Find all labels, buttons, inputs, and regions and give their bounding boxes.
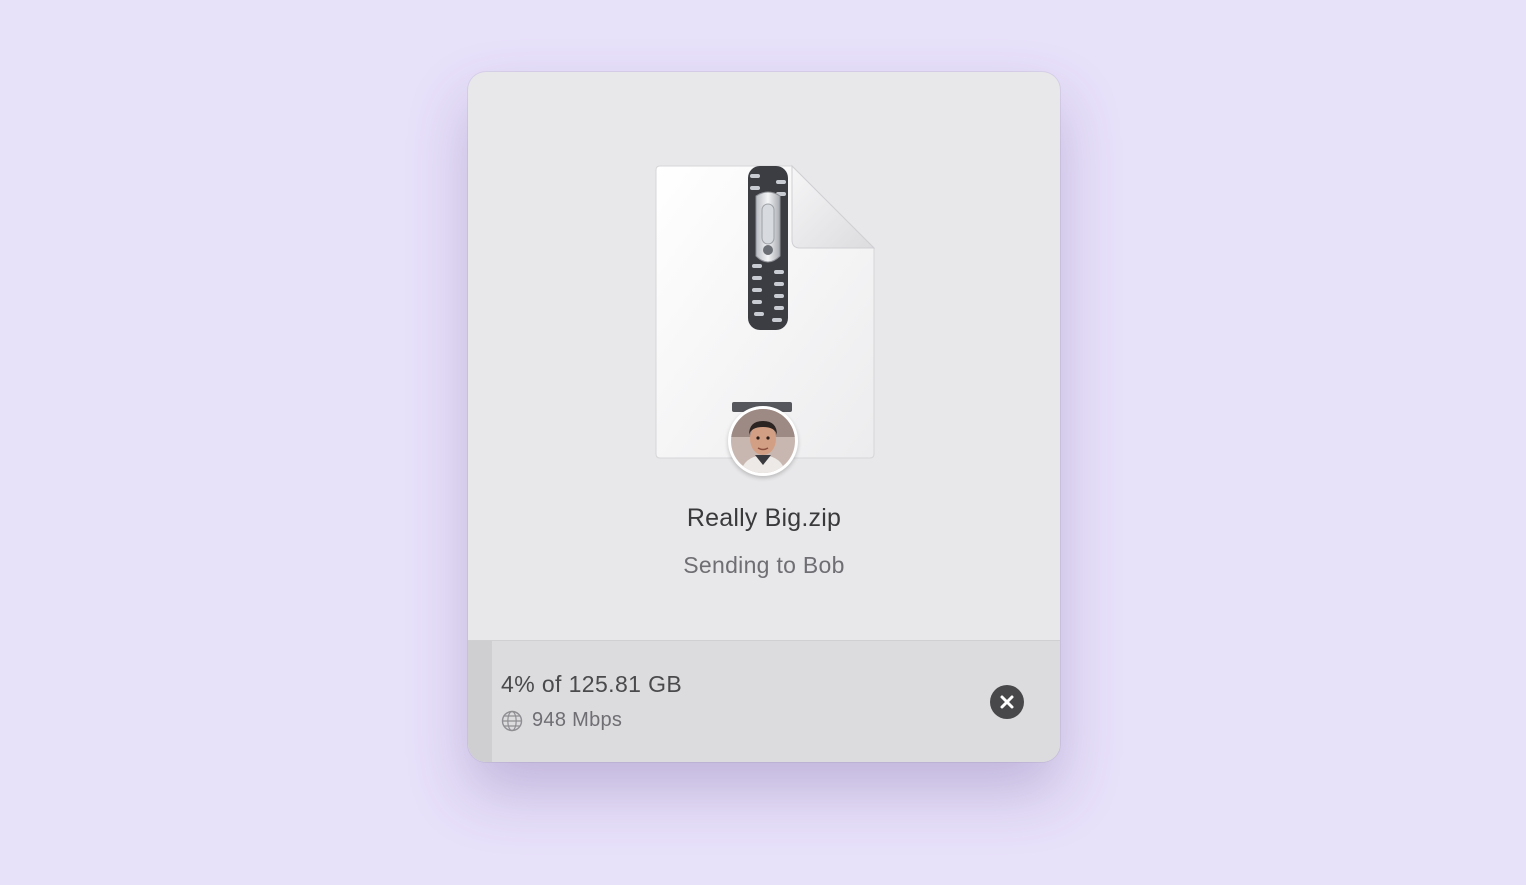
file-name: Really Big.zip [686,504,842,532]
cancel-transfer-button[interactable] [990,685,1024,719]
globe-icon [501,710,523,731]
transfer-speed: 948 Mbps [532,709,623,731]
airdrop-transfer-dialog: Really Big.zip Sending to Bob 4% of 125.… [468,72,1060,762]
progress-fill [468,641,492,762]
close-icon [1000,695,1014,709]
transfer-status: Sending to Bob [683,552,845,578]
speed-row: 948 Mbps [501,709,622,732]
transfer-footer: 4% of 125.81 GB 948 Mbps [468,640,1060,762]
progress-text: 4% of 125.81 GB [501,671,683,697]
recipient-avatar [728,406,798,476]
